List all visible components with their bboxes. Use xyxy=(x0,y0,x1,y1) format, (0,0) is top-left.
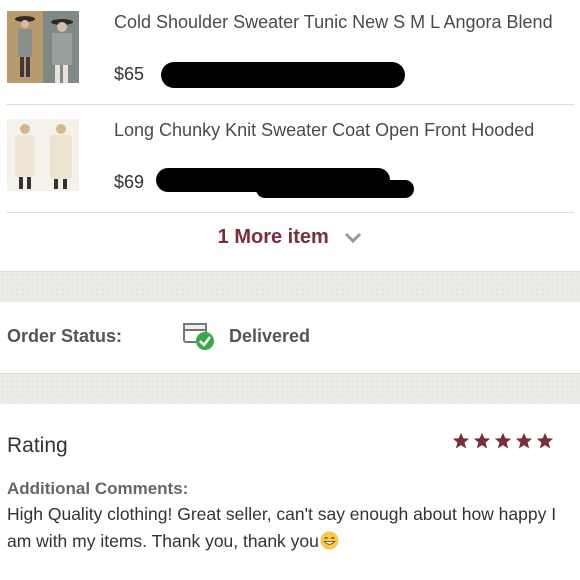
section-separator xyxy=(0,373,580,405)
item-title[interactable]: Long Chunky Knit Sweater Coat Open Front… xyxy=(114,117,554,143)
comments-text: High Quality clothing! Great seller, can… xyxy=(7,504,557,551)
order-status-label: Order Status: xyxy=(7,326,123,346)
star-icon xyxy=(452,432,470,449)
item-price: $69 xyxy=(114,172,145,192)
star-rating xyxy=(452,432,554,452)
comments-label: Additional Comments: xyxy=(7,479,189,498)
redaction-mark xyxy=(256,180,414,198)
order-status-row: Order Status: Delivered xyxy=(0,302,580,372)
rating-section: Rating Additional Comments: High Quality… xyxy=(0,404,580,580)
divider xyxy=(6,212,574,213)
rating-label: Rating xyxy=(7,434,68,457)
order-item[interactable]: Long Chunky Knit Sweater Coat Open Front… xyxy=(0,0,580,198)
order-status-value: Delivered xyxy=(229,326,311,346)
product-thumbnail[interactable] xyxy=(7,119,79,191)
star-icon xyxy=(494,432,512,449)
order-items-list: Cold Shoulder Sweater Tunic New S M L An… xyxy=(0,0,580,270)
section-separator xyxy=(0,271,580,303)
chevron-down-icon xyxy=(345,232,362,243)
star-icon xyxy=(515,432,533,449)
star-icon xyxy=(473,432,491,449)
comments-body: High Quality clothing! Great seller, can… xyxy=(7,501,573,555)
box-check-icon xyxy=(183,323,214,350)
star-icon xyxy=(536,432,554,449)
more-items-label: 1 More item xyxy=(217,226,329,248)
more-items-button[interactable]: 1 More item xyxy=(0,226,580,249)
grin-emoji-icon xyxy=(320,531,339,550)
